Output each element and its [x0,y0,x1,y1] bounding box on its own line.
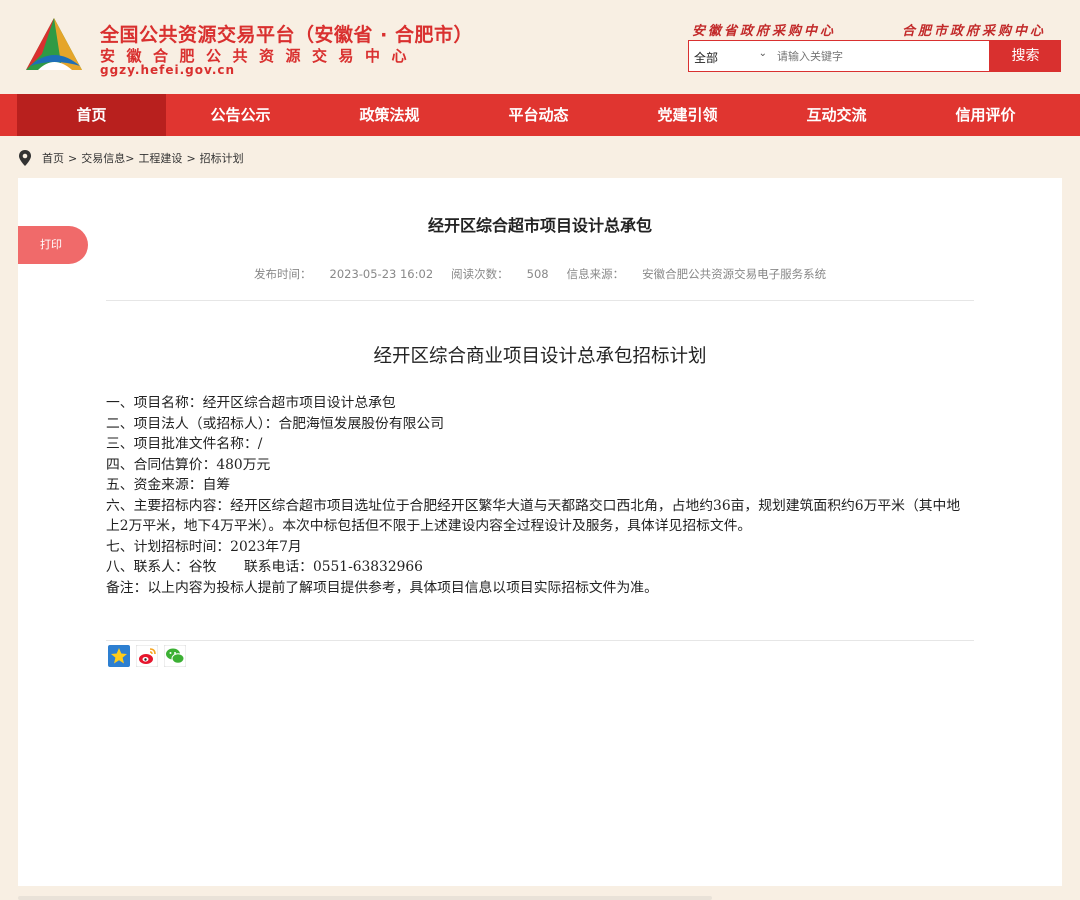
search-category-select[interactable]: 全部 ⌄ [689,41,773,71]
views-count: 508 [526,267,549,281]
breadcrumb-separator: > [186,151,196,165]
publish-time: 2023-05-23 16:02 [329,267,434,281]
breadcrumb-trade-info[interactable]: 交易信息> [81,150,134,166]
weibo-icon[interactable] [136,645,158,667]
content-title: 经开区综合商业项目设计总承包招标计划 [373,346,707,367]
horizontal-scrollbar[interactable] [18,896,712,900]
nav-item-home[interactable]: 首页 [17,94,166,136]
content-line: 一、项目名称：经开区综合超市项目设计总承包 [106,395,396,411]
nav-item-platform-news[interactable]: 平台动态 [464,94,613,136]
content-line: 七、计划招标时间：2023年7月 [106,538,302,555]
nav-item-interaction[interactable]: 互动交流 [762,94,911,136]
site-logo-icon[interactable] [20,14,88,82]
article-title: 经开区综合超市项目设计总承包 [427,216,652,235]
share-bar [108,645,186,667]
breadcrumb: 首页 > 交易信息> 工程建设 > 招标计划 [18,149,248,167]
search-input[interactable] [777,47,977,65]
qzone-star-icon[interactable] [108,645,130,667]
breadcrumb-bid-plan[interactable]: 招标计划 [200,150,244,166]
content-line: 五、资金来源：自筹 [106,477,231,493]
site-header: 全国公共资源交易平台（安徽省 · 合肥市） 安徽合肥公共资源交易中心 ggzy.… [0,0,1080,94]
nav-item-party-building[interactable]: 党建引领 [613,94,762,136]
content-line: 三、项目批准文件名称：/ [106,436,263,452]
breadcrumb-home[interactable]: 首页 [42,150,64,166]
content-line: 八、联系人：谷牧 联系电话：0551-63832966 [106,559,423,575]
search-category-value: 全部 [694,51,719,65]
top-link-hefei-procurement[interactable]: 合肥市政府采购中心 [902,20,1046,39]
content-line: 二、项目法人（或招标人）：合肥海恒发展股份有限公司 [106,415,445,432]
content-line: 四、合同估算价：480万元 [106,456,271,473]
nav-item-policies[interactable]: 政策法规 [315,94,464,136]
site-title: 全国公共资源交易平台（安徽省 · 合肥市） [100,24,473,46]
divider [106,640,974,641]
top-link-anhui-procurement[interactable]: 安徽省政府采购中心 [692,20,836,39]
article-content: 一、项目名称：经开区综合超市项目设计总承包 二、项目法人（或招标人）：合肥海恒发… [106,393,972,598]
content-line: 备注：以上内容为投标人提前了解项目提供参考，具体项目信息以项目实际招标文件为准。 [106,579,658,596]
breadcrumb-separator: > [68,151,78,165]
source-label: 信息来源： [566,267,625,281]
publish-time-label: 发布时间： [254,267,312,281]
chevron-down-icon: ⌄ [758,48,767,59]
views-label: 阅读次数： [451,267,509,281]
wechat-icon[interactable] [164,645,186,667]
article-panel: 经开区综合超市项目设计总承包 发布时间： 2023-05-23 16:02 阅读次数… [18,178,1062,886]
nav-item-announcements[interactable]: 公告公示 [166,94,315,136]
article-meta: 发布时间： 2023-05-23 16:02 阅读次数： 508 信息来源： 安徽合肥公共… [254,266,844,282]
content-line: 六、主要招标内容：经开区综合超市项目选址位于合肥经开区繁华大道与天都路交口西北角… [106,497,961,535]
source-value: 安徽合肥公共资源交易电子服务系统 [642,267,827,281]
location-pin-icon [19,150,31,166]
divider [106,300,974,301]
main-nav: 首页 公告公示 政策法规 平台动态 党建引领 互动交流 信用评价 [0,94,1080,136]
search-button[interactable]: 搜索 [990,40,1061,72]
search-box: 全部 ⌄ [688,40,990,72]
print-button[interactable]: 打印 [18,226,88,264]
nav-item-credit[interactable]: 信用评价 [911,94,1060,136]
site-url: ggzy.hefei.gov.cn [100,63,236,77]
breadcrumb-construction[interactable]: 工程建设 [138,150,182,166]
